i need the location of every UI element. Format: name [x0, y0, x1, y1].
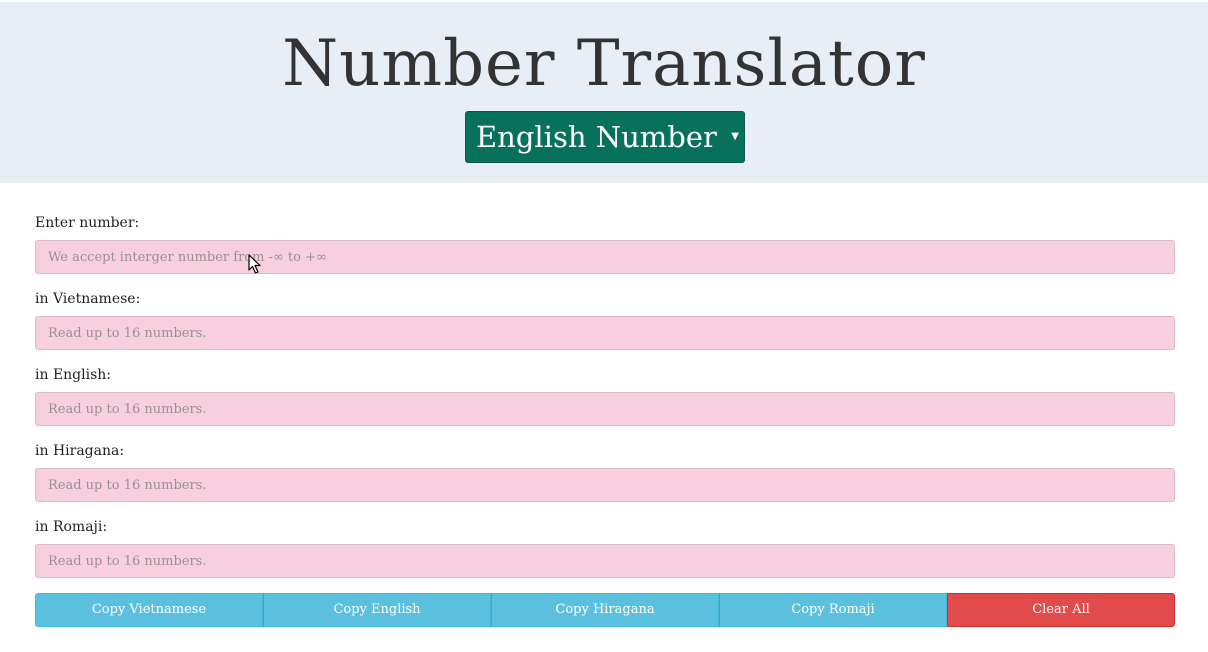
romaji-label: in Romaji:: [35, 519, 108, 535]
caret-down-icon: ▼: [731, 131, 739, 142]
hiragana-output[interactable]: [35, 468, 1175, 502]
translator-form: Enter number: in Vietnamese: in English:…: [35, 207, 1175, 593]
english-label: in English:: [35, 367, 112, 383]
number-mode-selected-value: English Number: [476, 120, 717, 154]
copy-hiragana-button[interactable]: Copy Hiragana: [491, 593, 719, 627]
copy-english-button[interactable]: Copy English: [263, 593, 491, 627]
copy-vietnamese-button[interactable]: Copy Vietnamese: [35, 593, 263, 627]
enter-number-label: Enter number:: [35, 215, 140, 231]
romaji-output[interactable]: [35, 544, 1175, 578]
english-output[interactable]: [35, 392, 1175, 426]
header-banner: Number Translator English Number ▼: [0, 2, 1208, 183]
clear-all-button[interactable]: Clear All: [947, 593, 1175, 627]
action-button-group: Copy Vietnamese Copy English Copy Hiraga…: [35, 593, 1175, 627]
vietnamese-output[interactable]: [35, 316, 1175, 350]
hiragana-label: in Hiragana:: [35, 443, 125, 459]
number-input[interactable]: [35, 240, 1175, 274]
vietnamese-label: in Vietnamese:: [35, 291, 141, 307]
copy-romaji-button[interactable]: Copy Romaji: [719, 593, 947, 627]
number-mode-select[interactable]: English Number ▼: [465, 111, 745, 163]
page-title: Number Translator: [282, 27, 926, 101]
